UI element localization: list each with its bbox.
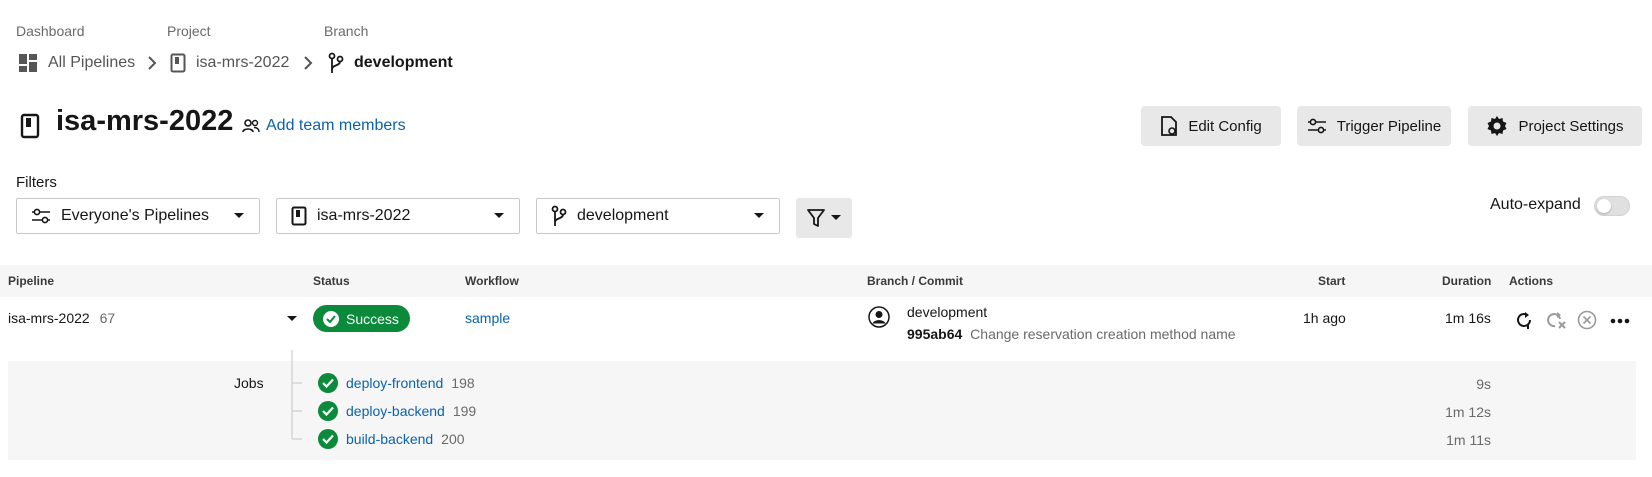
add-team-members-link[interactable]: Add team members	[242, 117, 406, 135]
status-text: Success	[346, 310, 399, 327]
book-icon	[291, 206, 307, 226]
column-start: Start	[1318, 274, 1346, 288]
trigger-pipeline-label: Trigger Pipeline	[1336, 117, 1442, 135]
book-icon	[170, 53, 186, 73]
job-number: 199	[452, 403, 477, 419]
page-title: isa-mrs-2022	[56, 105, 234, 137]
job-row[interactable]: deploy-backend 199	[318, 401, 476, 421]
caret-down-icon[interactable]	[287, 316, 297, 322]
status-badge: Success	[313, 305, 410, 332]
check-circle-icon	[318, 401, 338, 421]
column-pipeline: Pipeline	[8, 274, 55, 288]
breadcrumb-all-pipelines-text: All Pipelines	[48, 54, 136, 71]
branch-icon	[328, 52, 344, 74]
jobs-label: Jobs	[234, 375, 264, 391]
breadcrumb-branch-text: development	[354, 54, 453, 71]
caret-down-icon	[831, 215, 841, 221]
project-filter-dropdown[interactable]: isa-mrs-2022	[276, 198, 520, 234]
breadcrumb-branch[interactable]: development	[328, 52, 453, 74]
project-settings-button[interactable]: Project Settings	[1468, 106, 1642, 146]
check-circle-icon	[318, 429, 338, 449]
trigger-pipeline-button[interactable]: Trigger Pipeline	[1297, 106, 1451, 146]
avatar-icon	[868, 306, 890, 328]
edit-config-button[interactable]: Edit Config	[1141, 106, 1281, 146]
job-row[interactable]: build-backend 200	[318, 429, 465, 449]
pipeline-name-text: isa-mrs-2022	[8, 310, 90, 326]
job-number: 200	[441, 431, 465, 447]
workflow-link[interactable]: sample	[465, 310, 510, 326]
commit-info[interactable]: 995ab64 Change reservation creation meth…	[907, 326, 1236, 342]
job-duration: 9s	[1476, 376, 1491, 392]
pipeline-duration: 1m 16s	[1445, 310, 1491, 326]
job-number: 198	[451, 375, 475, 391]
filter-icon	[807, 208, 825, 228]
branch-icon	[551, 205, 567, 227]
job-row[interactable]: deploy-frontend 198	[318, 373, 475, 393]
filters-label: Filters	[16, 174, 57, 191]
column-duration: Duration	[1442, 274, 1492, 288]
caret-down-icon	[753, 212, 765, 220]
table-header	[0, 265, 1652, 297]
jobs-tree-lines	[291, 350, 302, 440]
column-actions: Actions	[1509, 274, 1554, 288]
job-name[interactable]: deploy-backend	[346, 403, 445, 419]
check-circle-icon	[323, 310, 339, 327]
pipelines-filter-dropdown[interactable]: Everyone's Pipelines	[16, 198, 260, 234]
branch-name[interactable]: development	[907, 304, 987, 320]
column-workflow: Workflow	[465, 274, 519, 288]
gear-icon	[1486, 115, 1508, 137]
file-settings-icon	[1160, 115, 1178, 137]
job-duration: 1m 11s	[1446, 432, 1491, 448]
breadcrumb-all-pipelines[interactable]: All Pipelines	[18, 52, 135, 74]
people-icon	[242, 119, 260, 133]
rerun-icon[interactable]	[1514, 310, 1534, 330]
column-status: Status	[313, 274, 350, 288]
pipelines-filter-value: Everyone's Pipelines	[61, 207, 210, 224]
pipeline-number: 67	[99, 310, 116, 326]
breadcrumb-project-label: Project	[167, 23, 211, 39]
dashboard-icon	[18, 53, 38, 73]
chevron-right-icon	[301, 55, 315, 71]
check-circle-icon	[318, 373, 338, 393]
job-name[interactable]: build-backend	[346, 431, 433, 447]
caret-down-icon	[233, 212, 245, 220]
pipeline-name[interactable]: isa-mrs-2022 67	[8, 310, 115, 326]
breadcrumb-dashboard-label: Dashboard	[16, 23, 85, 39]
chevron-right-icon	[145, 55, 159, 71]
job-name[interactable]: deploy-frontend	[346, 375, 443, 391]
project-settings-label: Project Settings	[1518, 117, 1624, 135]
branch-filter-value: development	[577, 207, 669, 224]
auto-expand-toggle[interactable]	[1594, 196, 1630, 216]
edit-config-label: Edit Config	[1188, 117, 1262, 135]
breadcrumb-project-text: isa-mrs-2022	[196, 54, 290, 71]
rerun-failed-icon[interactable]	[1545, 310, 1567, 330]
commit-hash: 995ab64	[907, 326, 963, 342]
auto-expand-label: Auto-expand	[1490, 196, 1581, 213]
add-team-members-text: Add team members	[266, 117, 406, 134]
cancel-icon[interactable]	[1577, 310, 1597, 330]
sliders-icon	[1307, 117, 1327, 135]
commit-message: Change reservation creation method name	[970, 326, 1236, 342]
toggle-knob	[1597, 199, 1611, 213]
breadcrumb-project[interactable]: isa-mrs-2022	[170, 52, 289, 74]
book-icon	[20, 113, 40, 139]
breadcrumb-branch-label: Branch	[324, 23, 369, 39]
job-duration: 1m 12s	[1445, 404, 1491, 420]
caret-down-icon	[493, 212, 505, 220]
start-time: 1h ago	[1303, 310, 1346, 326]
sliders-icon	[31, 207, 51, 225]
more-icon[interactable]	[1610, 318, 1630, 324]
column-branch-commit: Branch / Commit	[867, 274, 964, 288]
advanced-filter-button[interactable]	[796, 198, 852, 238]
branch-filter-dropdown[interactable]: development	[536, 198, 780, 234]
project-filter-value: isa-mrs-2022	[317, 207, 411, 224]
